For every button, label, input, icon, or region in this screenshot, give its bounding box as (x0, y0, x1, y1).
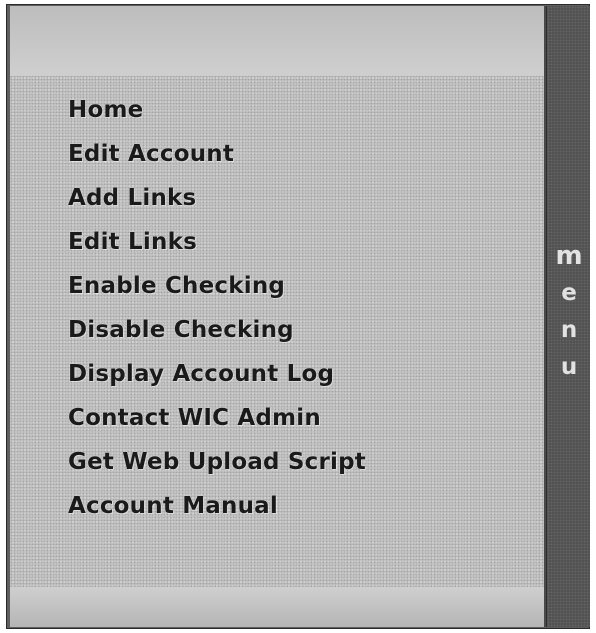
disable-checking-link[interactable]: Disable Checking (68, 317, 294, 343)
edit-links-link[interactable]: Edit Links (68, 229, 197, 255)
menu-item-edit-links: Edit Links (68, 220, 366, 264)
menu-list: Home Edit Account Add Links Edit Links E… (68, 88, 366, 528)
panel-header-strip (10, 6, 544, 76)
menu-item-enable-checking: Enable Checking (68, 264, 366, 308)
side-tab-letter: m (555, 241, 583, 271)
menu-item-get-web-upload-script: Get Web Upload Script (68, 440, 366, 484)
menu-item-disable-checking: Disable Checking (68, 308, 366, 352)
side-tab-letter: n (560, 317, 578, 343)
side-tab-label: m e n u (547, 238, 591, 386)
display-account-log-link[interactable]: Display Account Log (68, 361, 334, 387)
add-links-link[interactable]: Add Links (68, 185, 196, 211)
menu-item-contact-wic-admin: Contact WIC Admin (68, 396, 366, 440)
menu-item-account-manual: Account Manual (68, 484, 366, 528)
account-manual-link[interactable]: Account Manual (68, 493, 278, 519)
panel-footer-strip (10, 587, 544, 627)
menu-panel: Home Edit Account Add Links Edit Links E… (10, 6, 546, 627)
enable-checking-link[interactable]: Enable Checking (68, 273, 285, 299)
side-tab-letter: u (560, 354, 578, 380)
menu-item-edit-account: Edit Account (68, 132, 366, 176)
menu-item-home: Home (68, 88, 366, 132)
contact-wic-admin-link[interactable]: Contact WIC Admin (68, 405, 321, 431)
menu-item-display-account-log: Display Account Log (68, 352, 366, 396)
edit-account-link[interactable]: Edit Account (68, 141, 234, 167)
menu-side-tab[interactable]: m e n u (546, 6, 590, 627)
get-web-upload-script-link[interactable]: Get Web Upload Script (68, 449, 366, 475)
menu-item-add-links: Add Links (68, 176, 366, 220)
side-tab-letter: e (561, 280, 577, 306)
home-link[interactable]: Home (68, 97, 143, 123)
